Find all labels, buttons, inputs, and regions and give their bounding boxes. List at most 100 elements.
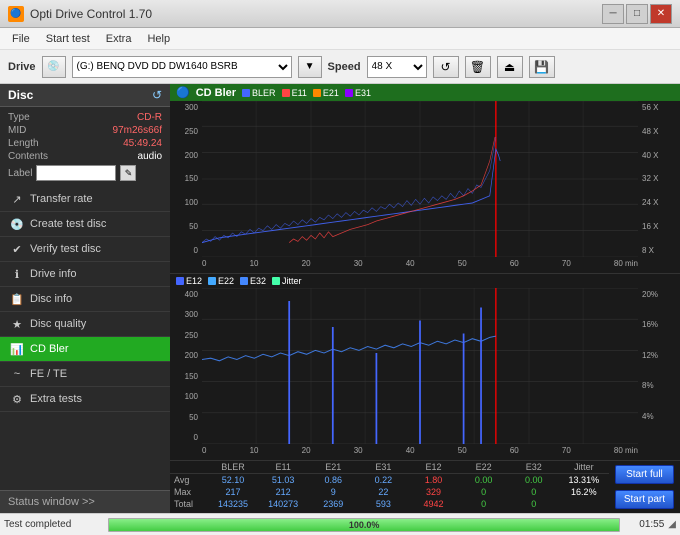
stats-col-jitter: Jitter: [559, 462, 609, 472]
sidebar-item-transfer-rate[interactable]: ↗ Transfer rate: [0, 187, 170, 212]
stats-max-jitter: 16.2%: [559, 487, 609, 497]
speed-select[interactable]: 48 X: [367, 56, 427, 78]
stats-total-row: Total 143235 140273 2369 593 4942 0 0: [170, 498, 609, 510]
menu-file[interactable]: File: [4, 31, 38, 47]
disc-header: Disc ↺: [0, 84, 170, 107]
y2-label-0b: 0: [170, 433, 200, 442]
disc-length-row: Length 45:49.24: [8, 137, 162, 150]
titlebar-left: 🔵 Opti Drive Control 1.70: [8, 6, 152, 22]
y-right-8x: 8 X: [640, 246, 680, 255]
stats-col-e21: E21: [308, 462, 358, 472]
sidebar-item-extra-tests[interactable]: ⚙ Extra tests: [0, 387, 170, 412]
maximize-button[interactable]: □: [626, 4, 648, 24]
bottom-chart-y-axis-left: 400 300 250 200 150 100 50 0: [170, 288, 200, 444]
sidebar-item-disc-quality[interactable]: ★ Disc quality: [0, 312, 170, 337]
sidebar-item-disc-quality-label: Disc quality: [30, 318, 86, 330]
y2-label-400: 400: [170, 290, 200, 299]
sidebar-item-create-test-disc[interactable]: 💿 Create test disc: [0, 212, 170, 237]
drive-info-icon: ℹ: [10, 267, 24, 281]
stats-max-e22: 0: [459, 487, 509, 497]
progress-percentage: 100.0%: [349, 520, 380, 530]
sidebar-item-verify-test-disc[interactable]: ✔ Verify test disc: [0, 237, 170, 262]
x2-label-0: 0: [202, 446, 206, 460]
create-test-disc-icon: 💿: [10, 217, 24, 231]
close-button[interactable]: ✕: [650, 4, 672, 24]
x-label-30: 30: [354, 259, 363, 273]
y2-right-8: 8%: [640, 381, 680, 390]
menubar: File Start test Extra Help: [0, 28, 680, 50]
y-label-300: 300: [170, 103, 200, 112]
start-part-button[interactable]: Start part: [615, 490, 674, 509]
stats-max-e32: 0: [509, 487, 559, 497]
legend-e21: E21: [313, 88, 339, 98]
main-area: Disc ↺ Type CD-R MID 97m26s66f Length 45…: [0, 84, 680, 513]
drive-arrow-button[interactable]: ▼: [298, 56, 322, 78]
disc-refresh-icon[interactable]: ↺: [152, 88, 162, 102]
legend-e22-dot: [208, 277, 216, 285]
stats-total-e11: 140273: [258, 499, 308, 509]
menu-help[interactable]: Help: [139, 31, 178, 47]
drive-label: Drive: [8, 61, 36, 73]
x-label-80min: 80 min: [614, 259, 638, 273]
disc-title: Disc: [8, 88, 33, 102]
y2-right-16: 16%: [640, 320, 680, 329]
speed-label: Speed: [328, 61, 361, 73]
sidebar-item-disc-info[interactable]: 📋 Disc info: [0, 287, 170, 312]
legend-e22: E22: [208, 276, 234, 286]
sidebar-item-create-test-disc-label: Create test disc: [30, 218, 106, 230]
fe-te-icon: ~: [10, 367, 24, 381]
drivebar: Drive 💿 (G:) BENQ DVD DD DW1640 BSRB ▼ S…: [0, 50, 680, 84]
stats-avg-label: Avg: [170, 475, 208, 485]
window-controls: ─ □ ✕: [602, 4, 672, 24]
minimize-button[interactable]: ─: [602, 4, 624, 24]
drive-icon-button[interactable]: 💿: [42, 56, 66, 78]
stats-total-e31: 593: [358, 499, 408, 509]
legend-e21-dot: [313, 89, 321, 97]
stats-avg-e31: 0.22: [358, 475, 408, 485]
bottom-chart-legend: E12 E22 E32 Jitter: [170, 274, 680, 288]
disc-info-panel: Type CD-R MID 97m26s66f Length 45:49.24 …: [0, 107, 170, 187]
drive-select[interactable]: (G:) BENQ DVD DD DW1640 BSRB: [72, 56, 292, 78]
stats-col-e32: E32: [509, 462, 559, 472]
stats-col-bler: BLER: [208, 462, 258, 472]
menu-extra[interactable]: Extra: [98, 31, 140, 47]
sidebar-item-fe-te[interactable]: ~ FE / TE: [0, 362, 170, 387]
legend-bler: BLER: [242, 88, 276, 98]
start-full-button[interactable]: Start full: [615, 465, 674, 484]
disc-contents-key: Contents: [8, 151, 48, 162]
legend-e31-dot: [345, 89, 353, 97]
refresh-button[interactable]: ↺: [433, 56, 459, 78]
erase-button[interactable]: 🗑: [465, 56, 491, 78]
stats-max-e12: 329: [408, 487, 458, 497]
status-window-button[interactable]: Status window >>: [0, 490, 170, 513]
y-label-50: 50: [170, 222, 200, 231]
menu-start-test[interactable]: Start test: [38, 31, 98, 47]
y2-label-200: 200: [170, 351, 200, 360]
disc-quality-icon: ★: [10, 317, 24, 331]
eject-button[interactable]: ⏏: [497, 56, 523, 78]
save-button[interactable]: 💾: [529, 56, 555, 78]
legend-bler-dot: [242, 89, 250, 97]
chart-title-bar: 🔵 CD Bler BLER E11 E21 E31: [170, 84, 680, 101]
titlebar: 🔵 Opti Drive Control 1.70 ─ □ ✕: [0, 0, 680, 28]
disc-length-val: 45:49.24: [123, 138, 162, 149]
y-right-24x: 24 X: [640, 198, 680, 207]
app-icon: 🔵: [8, 6, 24, 22]
sidebar-item-drive-info[interactable]: ℹ Drive info: [0, 262, 170, 287]
stats-total-bler: 143235: [208, 499, 258, 509]
disc-mid-key: MID: [8, 125, 26, 136]
disc-label-button[interactable]: ✎: [120, 165, 136, 181]
stats-avg-e12: 1.80: [408, 475, 458, 485]
legend-e12-label: E12: [186, 276, 202, 286]
stats-max-e31: 22: [358, 487, 408, 497]
stats-total-e21: 2369: [308, 499, 358, 509]
disc-label-key: Label: [8, 168, 32, 179]
sidebar-item-disc-info-label: Disc info: [30, 293, 72, 305]
legend-jitter-label: Jitter: [282, 276, 302, 286]
disc-label-input[interactable]: [36, 165, 116, 181]
bottom-chart-svg: [202, 288, 638, 444]
top-chart: 300 250 200 150 100 50 0 56 X 48 X 40 X …: [170, 101, 680, 274]
sidebar-item-cd-bler[interactable]: 📊 CD Bler: [0, 337, 170, 362]
x2-label-60: 60: [510, 446, 519, 460]
time-elapsed: 01:55: [624, 519, 664, 530]
